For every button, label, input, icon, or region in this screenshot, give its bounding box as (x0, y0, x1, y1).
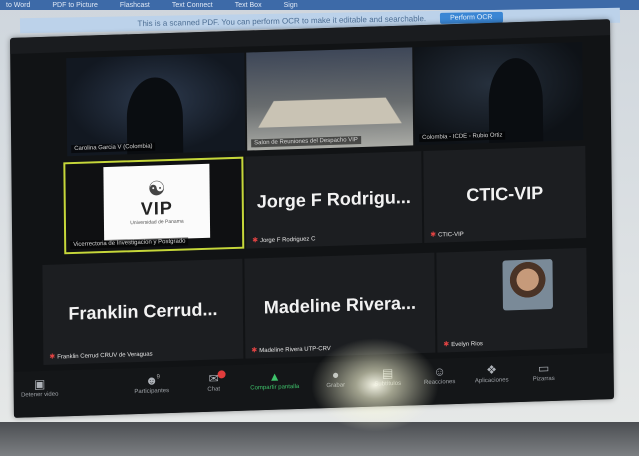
toolbar-item-to-word[interactable]: to Word (6, 2, 30, 9)
captions-icon: ▤ (381, 365, 394, 381)
record-button[interactable]: ● Grabar (310, 366, 362, 390)
toolbar-item-flashcast[interactable]: Flashcast (120, 2, 150, 9)
photographed-screen: to Word PDF to Picture Flashcast Text Co… (0, 0, 639, 456)
stop-video-button[interactable]: ▣ Detener video (14, 375, 66, 399)
share-screen-label: Compartir pantalla (250, 383, 300, 392)
participant-name: Jorge F Rodriguez C (260, 236, 316, 245)
participants-button[interactable]: ☻ 9 Participantes (126, 372, 178, 396)
record-icon: ● (331, 367, 340, 382)
video-tile-franklin[interactable]: Franklin Cerrud... ✱ Franklin Cerrud CRUV… (42, 258, 244, 365)
toolbar-item-text-connect[interactable]: Text Connect (172, 2, 213, 9)
apps-label: Aplicaciones (474, 377, 509, 385)
participant-name: Evelyn Rios (451, 341, 483, 349)
video-tile-jorge[interactable]: Jorge F Rodrigu... ✱ Jorge F Rodriguez C (245, 151, 423, 249)
participant-name-label: ✱ Jorge F Rodriguez C (252, 234, 315, 244)
video-tile-carolina[interactable]: Carolina Garcia V (Colombia) (66, 52, 246, 157)
participant-avatar (502, 258, 553, 311)
participants-label: Participantes (134, 388, 170, 396)
participant-name: Vicerrectoria de Investigacion y Postgra… (70, 237, 189, 250)
participant-display-name: Franklin Cerrud... (68, 299, 218, 324)
chat-label: Chat (207, 386, 221, 393)
video-tile-vip-active-speaker[interactable]: ☯ VIP Universidad de Panama Vicerrectori… (63, 156, 245, 255)
whiteboard-icon: ▭ (537, 361, 550, 376)
captions-label: Subtítulos (374, 380, 402, 388)
video-tile-ctic-vip[interactable]: CTIC-VIP ✱ CTIC-VIP (423, 145, 587, 243)
toolbar-item-text-box[interactable]: Text Box (235, 2, 262, 9)
whiteboards-label: Pizarras (532, 375, 555, 383)
participant-name: Madeline Rivera UTP-CRV (259, 345, 331, 355)
whiteboards-button[interactable]: ▭ Pizarras (518, 359, 570, 383)
chat-bubble-icon: ✉ (208, 371, 219, 386)
participant-name-label: ✱ Madeline Rivera UTP-CRV (251, 344, 331, 354)
desk-surface (0, 422, 639, 456)
participant-display-name: Madeline Rivera... (263, 292, 417, 318)
apps-icon: ❖ (486, 362, 498, 378)
zoom-meeting-window: Carolina Garcia V (Colombia) Salon de Re… (10, 19, 614, 418)
participant-name: Franklin Cerrud CRUV de Veraguas (57, 351, 153, 361)
captions-button[interactable]: ▤ Subtítulos (362, 364, 414, 388)
mic-muted-icon: ✱ (251, 347, 258, 355)
vip-logo: ☯ VIP Universidad de Panama (103, 163, 211, 242)
mic-muted-icon: ✱ (443, 341, 450, 349)
stop-video-label: Detener video (21, 391, 59, 399)
vip-logo-text: VIP (140, 197, 173, 219)
vip-logo-subtitle: Universidad de Panama (130, 218, 184, 227)
globe-book-icon: ☯ (147, 178, 166, 201)
record-label: Grabar (326, 382, 346, 390)
participant-name-label: ✱ Evelyn Rios (443, 339, 483, 348)
mic-muted-icon: ✱ (252, 237, 259, 245)
reactions-icon: ☺ (433, 364, 446, 379)
video-tile-madeline[interactable]: Madeline Rivera... ✱ Madeline Rivera UTP-… (244, 252, 436, 359)
participant-display-name: Jorge F Rodrigu... (256, 186, 411, 212)
participant-name: CTIC-VIP (438, 231, 464, 239)
reactions-label: Reacciones (424, 379, 456, 387)
participant-name: Salon de Reuniones del Despacho VIP (251, 135, 361, 148)
participant-name-label: ✱ CTIC-VIP (430, 230, 464, 239)
video-tile-evelyn[interactable]: ✱ Evelyn Rios (436, 247, 588, 353)
mic-muted-icon: ✱ (430, 231, 437, 239)
conference-table (258, 97, 403, 129)
toolbar-item-sign[interactable]: Sign (284, 2, 298, 9)
participants-icon: ☻ (145, 373, 159, 388)
participant-display-name: CTIC-VIP (466, 182, 544, 206)
share-screen-button[interactable]: ▲ Compartir pantalla (240, 368, 310, 392)
participants-count: 9 (156, 374, 160, 381)
video-tile-meeting-room[interactable]: Salon de Reuniones del Despacho VIP (246, 47, 414, 151)
mic-muted-icon: ✱ (49, 353, 56, 361)
reactions-button[interactable]: ☺ Reacciones (414, 363, 466, 387)
participant-name-label: ✱ Franklin Cerrud CRUV de Veraguas (49, 350, 152, 361)
video-camera-icon: ▣ (33, 376, 46, 392)
toolbar-item-pdf-to-picture[interactable]: PDF to Picture (52, 2, 98, 9)
video-tile-colombia-icde[interactable]: Colombia - ICDE - Rubio Ortiz (414, 42, 584, 146)
chat-button[interactable]: ✉ Chat (188, 370, 240, 394)
apps-button[interactable]: ❖ Aplicaciones (466, 361, 518, 385)
